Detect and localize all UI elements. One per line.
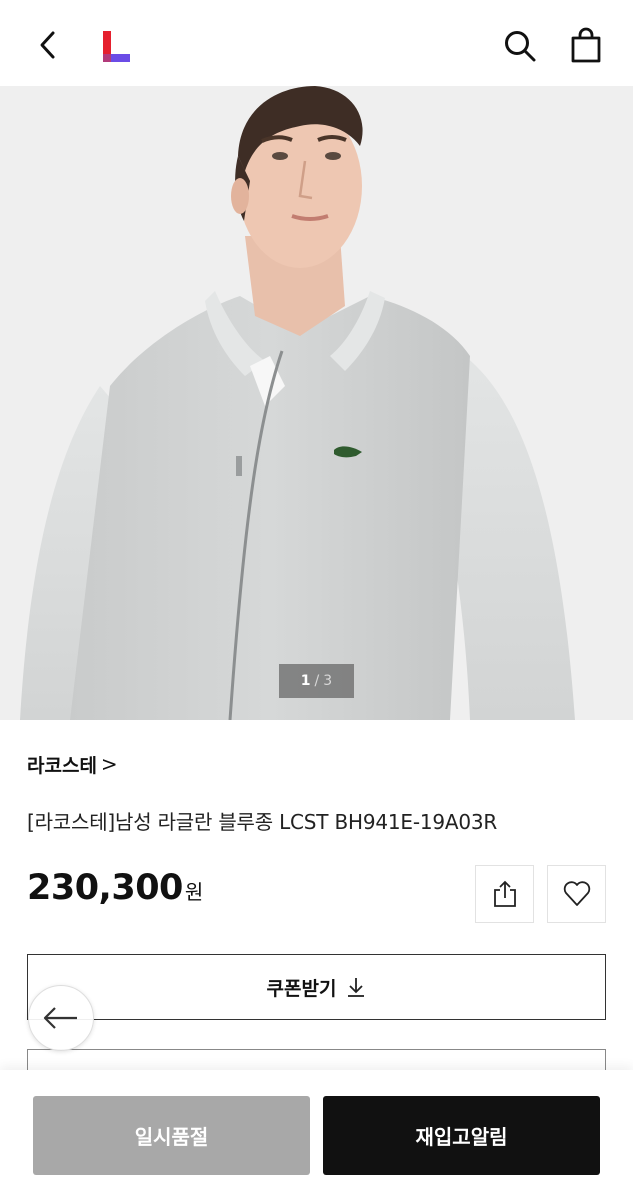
page-separator: / — [314, 673, 320, 689]
price-currency: 원 — [184, 880, 204, 904]
chevron-right-icon: > — [100, 752, 118, 776]
brand-logo[interactable] — [100, 29, 132, 63]
top-app-bar — [0, 0, 633, 86]
brand-link[interactable]: 라코스테 > — [27, 750, 118, 778]
total-pages: 3 — [323, 673, 333, 689]
gallery-pagination: 1 / 3 — [279, 664, 354, 698]
heart-icon — [563, 881, 590, 906]
arrow-left-icon — [43, 1007, 77, 1029]
soldout-button[interactable]: 일시품절 — [33, 1096, 310, 1175]
cart-button[interactable] — [566, 24, 606, 66]
bottom-action-bar: 일시품절 재입고알림 — [0, 1070, 633, 1200]
floating-back-button[interactable] — [28, 985, 94, 1051]
back-button[interactable] — [30, 26, 66, 64]
coupon-button[interactable]: 쿠폰받기 — [27, 954, 606, 1020]
chevron-left-icon — [40, 31, 55, 59]
shopping-bag-icon — [571, 27, 601, 63]
logo-icon — [103, 31, 130, 62]
product-image-gallery[interactable]: 1 / 3 — [0, 86, 633, 720]
share-button[interactable] — [475, 865, 534, 923]
price-value: 230,300 — [27, 868, 183, 908]
price: 230,300 원 — [27, 868, 203, 918]
download-icon — [348, 978, 365, 997]
restock-alert-button[interactable]: 재입고알림 — [323, 1096, 600, 1175]
search-button[interactable] — [500, 26, 540, 66]
current-page: 1 — [300, 673, 311, 689]
share-icon — [493, 880, 516, 907]
product-image — [0, 86, 633, 720]
search-icon — [505, 31, 536, 62]
coupon-label: 쿠폰받기 — [266, 977, 337, 1000]
wishlist-button[interactable] — [547, 865, 606, 923]
brand-name: 라코스테 — [27, 754, 97, 777]
product-title: [라코스테]남성 라글란 블루종 LCST BH941E-19A03R — [27, 810, 498, 834]
